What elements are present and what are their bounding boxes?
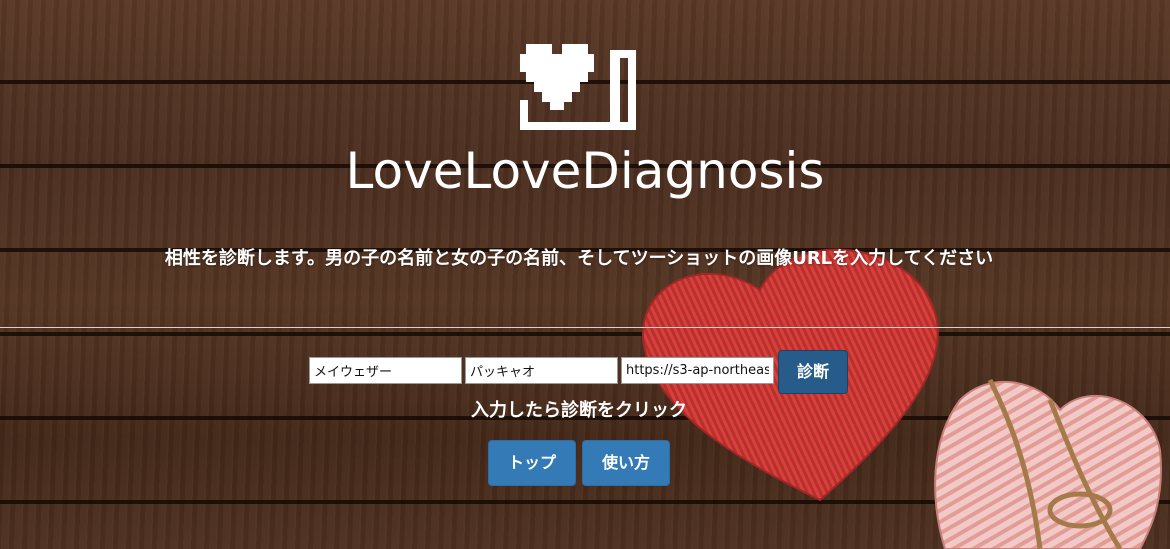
- divider: [0, 327, 1170, 328]
- top-button[interactable]: トップ: [488, 440, 576, 486]
- intro-tagline: 相性を診断します。男の子の名前と女の子の名前、そしてツーショットの画像URLを入…: [164, 248, 994, 269]
- woman-name-input[interactable]: [465, 357, 618, 384]
- brand-title: LoveLoveDiagnosis: [345, 142, 825, 200]
- image-url-input[interactable]: [621, 357, 774, 384]
- diagnose-button[interactable]: 診断: [778, 350, 848, 394]
- howto-button[interactable]: 使い方: [582, 440, 670, 486]
- pixel-heart-icon: [520, 44, 636, 130]
- form-hint: 入力したら診断をクリック: [471, 400, 687, 421]
- man-name-input[interactable]: [309, 357, 462, 384]
